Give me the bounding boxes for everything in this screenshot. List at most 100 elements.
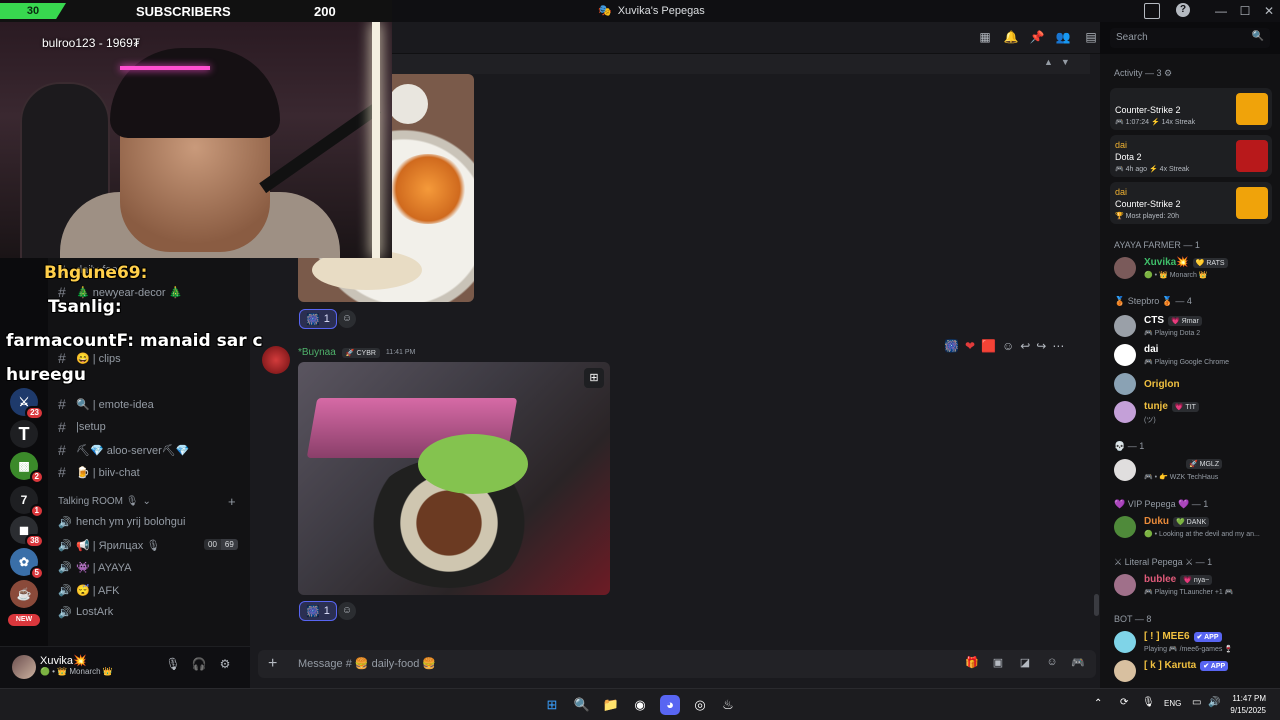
member-row[interactable]: Xuvika💥 💛 RATS 🟢 • 👑 Monarch 👑 — [1114, 254, 1274, 284]
member-name: [ k ] Karuta — [1144, 660, 1197, 671]
activities-icon[interactable]: 🎮 — [1070, 656, 1086, 672]
emoji-picker-icon[interactable]: ☺ — [1044, 656, 1060, 672]
activity-card[interactable]: Counter-Strike 2 🎮 1:07:24 ⚡ 14x Streak — [1110, 88, 1272, 130]
clock-time: 11:47 PM — [1232, 694, 1266, 703]
quick-reaction-heart[interactable]: ❤ — [965, 339, 975, 353]
maximize-button[interactable]: ☐ — [1234, 2, 1256, 20]
settings-gear-icon[interactable]: ⚙ — [216, 657, 234, 675]
file-explorer-icon[interactable]: 📁 — [601, 695, 621, 715]
member-row[interactable]: tunje 💗 TIT (ツ) — [1114, 398, 1274, 428]
activity-card[interactable]: dai Dota 2 🎮 4h ago ⚡ 4x Streak — [1110, 135, 1272, 177]
search-input[interactable]: Search 🔍 — [1110, 28, 1270, 48]
voice-channel[interactable]: 🔊 😴 | AFK — [58, 580, 119, 600]
user-name[interactable]: Xuvika💥 — [40, 654, 87, 667]
voice-label: 👾 | AYAYA — [76, 561, 132, 574]
windows-start-icon[interactable]: ⊞ — [542, 695, 562, 715]
member-row[interactable]: dai 🎮 Playing Google Chrome — [1114, 341, 1274, 371]
inbox-icon[interactable] — [1144, 3, 1160, 19]
steam-icon[interactable]: ♨ — [718, 695, 738, 715]
sticker-icon[interactable]: ◪ — [1017, 656, 1033, 672]
voice-channel[interactable]: 🔊 LostArk — [58, 602, 113, 622]
chrome-icon[interactable]: ◉ — [630, 695, 650, 715]
member-row[interactable]: Origlon — [1114, 370, 1274, 400]
server-icon[interactable]: ✿ 5 — [10, 548, 44, 580]
channel-aloo-server[interactable]: # ⛏💎 aloo-server⛏💎 — [58, 440, 189, 460]
message-composer[interactable]: + Message # 🍔 daily-food 🍔 🎁 ▣ ◪ ☺ 🎮 — [258, 650, 1096, 678]
voice-label: 😴 | AFK — [76, 584, 120, 597]
gift-icon[interactable]: 🎁 — [964, 656, 980, 672]
activity-card[interactable]: dai Counter-Strike 2 🏆 Most played: 20h — [1110, 182, 1272, 224]
search-icon: 🔍 — [1251, 31, 1264, 42]
channel-setup[interactable]: # |setup — [58, 417, 106, 437]
message-input[interactable]: Message # 🍔 daily-food 🍔 — [298, 657, 436, 670]
monitor-icon[interactable]: ▭ — [1192, 697, 1201, 708]
author-name[interactable]: *Buynaa — [298, 347, 336, 358]
tray-mic-icon[interactable]: 🎙 — [1142, 697, 1155, 708]
voice-channel[interactable]: 🔊 📢 | Ярилцах 🎙 — [58, 535, 160, 555]
obs-icon[interactable]: ◎ — [690, 695, 710, 715]
avatar — [1114, 459, 1136, 481]
channel-label: 😄 | clips — [76, 352, 121, 365]
role-header: ⚔ Literal Pepega ⚔ — 1 — [1114, 557, 1213, 567]
quick-reaction-1[interactable]: 🎆 — [944, 339, 959, 353]
notification-bell-icon[interactable]: 🔔 — [1002, 30, 1020, 48]
headphones-icon[interactable]: 🎧 — [190, 657, 208, 675]
reply-icon[interactable]: ↩ — [1020, 339, 1030, 353]
voice-channel[interactable]: 🔊 hench ym yrij bolohgui — [58, 512, 185, 532]
minimize-button[interactable]: — — [1210, 2, 1232, 20]
attach-plus-icon[interactable]: + — [268, 655, 277, 673]
close-button[interactable]: ✕ — [1258, 2, 1280, 20]
clock[interactable]: 11:47 PM 9/15/2025 — [1230, 693, 1266, 717]
member-list-icon[interactable]: 👥 — [1054, 30, 1072, 48]
member-row[interactable]: Duku 💚 DANK 🟢 • Looking at the devil and … — [1114, 513, 1274, 543]
member-row[interactable]: [ k ] Karuta ✔ APP — [1114, 657, 1274, 687]
microphone-icon[interactable]: 🎙 — [164, 657, 182, 675]
member-row[interactable]: CTS 💗 Яmar 🎮 Playing Dota 2 — [1114, 312, 1274, 342]
help-icon[interactable]: ? — [1176, 3, 1190, 17]
author-avatar[interactable] — [262, 346, 290, 374]
channel-biiv-chat[interactable]: # 🍺 | biiv-chat — [58, 462, 140, 482]
server-icon[interactable]: ▩ 2 — [10, 452, 44, 484]
reaction-chip[interactable]: 🎆 1 — [299, 601, 337, 621]
server-icon[interactable]: ☕ — [10, 580, 38, 608]
expand-icon[interactable]: ⊞ — [584, 368, 604, 388]
tray-chevron-icon[interactable]: ⌃ — [1094, 698, 1102, 709]
pin-icon[interactable]: 📌 — [1028, 30, 1046, 48]
volume-icon[interactable]: 🔊 — [1208, 697, 1220, 708]
more-options-icon[interactable]: ⋯ — [1052, 339, 1064, 353]
quick-reaction-3[interactable]: 🟥 — [981, 339, 996, 353]
scroll-controls[interactable]: ▲ ▼ — [1044, 57, 1080, 71]
voice-channel[interactable]: 🔊 👾 | AYAYA — [58, 557, 131, 577]
chat-scrollbar[interactable] — [1094, 594, 1099, 616]
server-icon: 🎭 — [598, 5, 612, 17]
add-reaction-icon[interactable]: ☺ — [338, 602, 356, 620]
server-icon[interactable]: ⚔ 23 — [10, 388, 44, 420]
channel-emote-idea[interactable]: # 🔍 | emote-idea — [58, 394, 154, 414]
member-row[interactable]: bublee 💗 nya~ 🎮 Playing TLauncher +1 🎮 — [1114, 571, 1274, 601]
member-row[interactable]: 🚀 MGLZ 🎮 • 👉 WZK TechHaus — [1114, 456, 1274, 486]
voice-count-b: 69 — [220, 539, 238, 550]
member-row[interactable]: [ ! ] MEE6 ✔ APP Playing 🎮 /mee6-games 🍷 — [1114, 628, 1274, 658]
category-talking-room[interactable]: Talking ROOM 🎙 ⌄ — [58, 496, 151, 507]
language-indicator[interactable]: ENG — [1164, 699, 1181, 708]
user-avatar[interactable] — [12, 655, 36, 679]
inbox-tray-icon[interactable]: ▤ — [1082, 30, 1100, 48]
gif-icon[interactable]: ▣ — [990, 656, 1006, 672]
new-pill[interactable]: NEW — [8, 614, 40, 626]
forward-icon[interactable]: ↪ — [1036, 339, 1046, 353]
threads-icon[interactable]: ▦ — [976, 30, 994, 48]
add-reaction-icon[interactable]: ☺ — [338, 310, 356, 328]
server-icon[interactable]: 71 — [10, 486, 44, 518]
tray-update-icon[interactable]: ⟳ — [1120, 697, 1128, 708]
chevron-down-icon[interactable]: ▼ — [1061, 57, 1070, 71]
add-reaction-icon[interactable]: ☺ — [1002, 339, 1014, 353]
taskbar-search-icon[interactable]: 🔍 — [572, 695, 592, 715]
reaction-chip[interactable]: 🎆 1 — [299, 309, 337, 329]
unread-badge: 38 — [25, 534, 44, 548]
food-photo-2[interactable]: ⊞ — [298, 362, 610, 595]
discord-icon[interactable]: ◕ — [660, 695, 680, 715]
server-icon[interactable]: ◼ 38 — [10, 516, 44, 548]
server-icon[interactable]: T — [10, 420, 38, 448]
chevron-up-icon[interactable]: ▲ — [1044, 57, 1053, 71]
add-channel-icon[interactable]: + — [228, 494, 236, 509]
